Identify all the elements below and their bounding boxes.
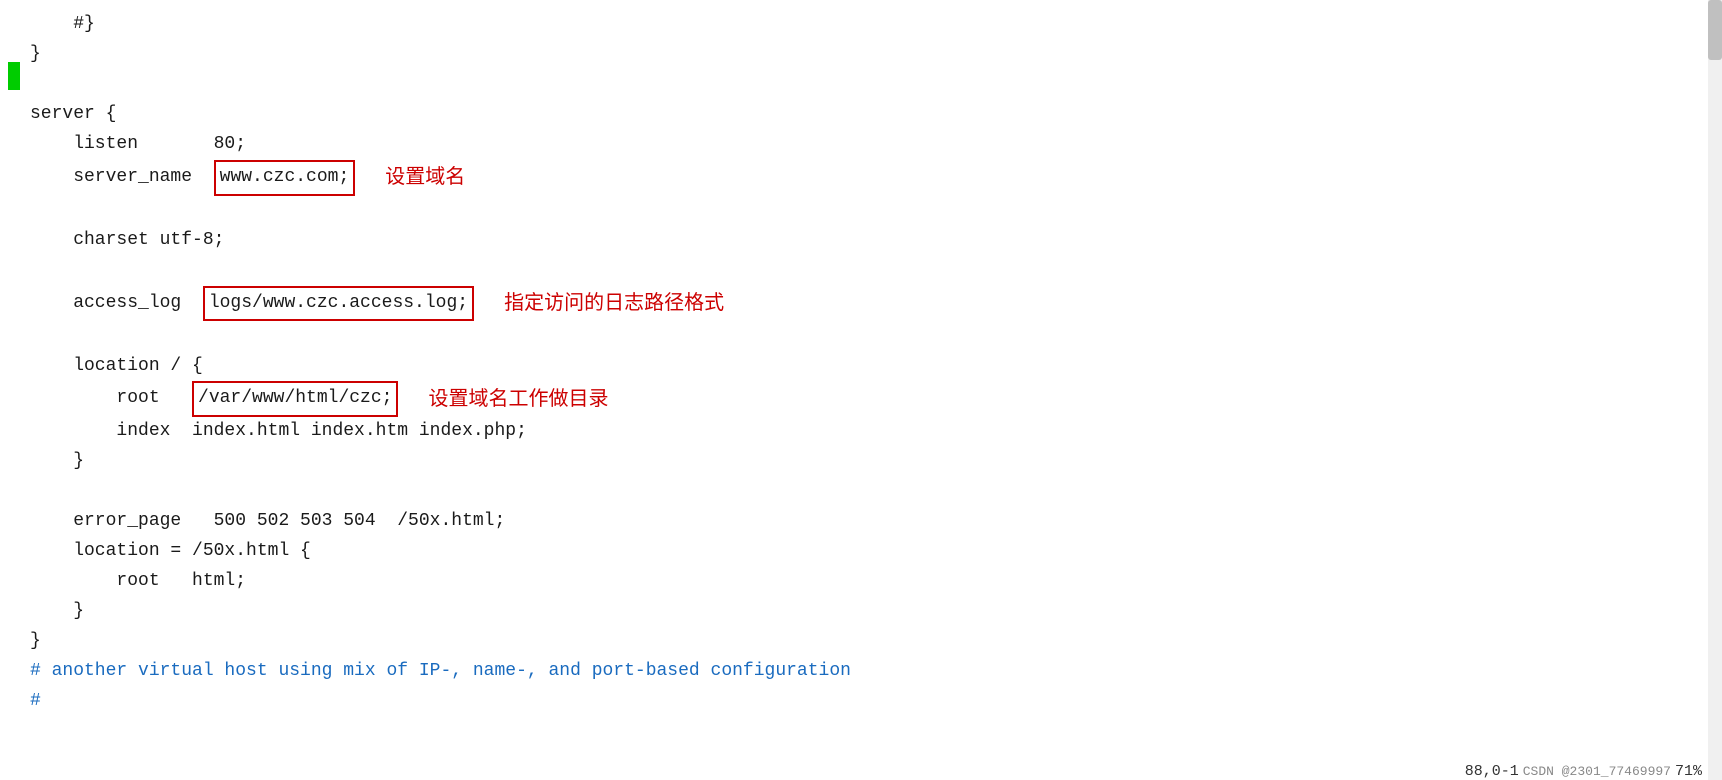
code-line-4: server { [30, 100, 1722, 130]
code-line-8: charset utf-8; [30, 226, 1722, 256]
code-line-23: # [30, 687, 1722, 717]
code-line-2: } [30, 40, 1722, 70]
code-text-15: } [30, 447, 84, 477]
code-line-10: access_log logs/www.czc.access.log; 指定访问… [30, 286, 1722, 322]
code-text-4: server { [30, 100, 116, 130]
code-line-21: } [30, 627, 1722, 657]
cursor-bar [8, 62, 20, 90]
code-line-1: #} [30, 10, 1722, 40]
code-line-14: index index.html index.htm index.php; [30, 417, 1722, 447]
scrollbar[interactable] [1708, 0, 1722, 780]
code-line-13: root /var/www/html/czc; 设置域名工作做目录 [30, 381, 1722, 417]
code-text-18: location = /50x.html { [30, 537, 311, 567]
server-name-highlight: www.czc.com; [214, 160, 356, 196]
code-comment-22: # another virtual host using mix of IP-,… [30, 657, 851, 687]
code-line-7 [30, 196, 1722, 226]
status-bar: 88,0-1 CSDN @2301_77469997 71% [1465, 763, 1702, 780]
code-text-6-key: server_name [30, 163, 214, 193]
code-comment-23: # [30, 687, 41, 717]
status-position: 88,0-1 [1465, 763, 1519, 780]
code-text-21: } [30, 627, 41, 657]
code-text-12: location / { [30, 352, 203, 382]
code-text-13-key: root [30, 384, 192, 414]
code-text-1: #} [30, 10, 95, 40]
access-log-highlight: logs/www.czc.access.log; [203, 286, 474, 322]
scrollbar-thumb[interactable] [1708, 0, 1722, 60]
code-text-19: root html; [30, 567, 246, 597]
code-line-18: location = /50x.html { [30, 537, 1722, 567]
code-line-22: # another virtual host using mix of IP-,… [30, 657, 1722, 687]
code-line-11 [30, 321, 1722, 351]
code-line-17: error_page 500 502 503 504 /50x.html; [30, 507, 1722, 537]
code-line-15: } [30, 447, 1722, 477]
code-line-9 [30, 256, 1722, 286]
code-text-10-key: access_log [30, 289, 203, 319]
code-line-20: } [30, 597, 1722, 627]
code-text-5: listen 80; [30, 130, 246, 160]
root-highlight: /var/www/html/czc; [192, 381, 398, 417]
annotation-domain: 设置域名 [385, 161, 465, 194]
annotation-root: 设置域名工作做目录 [428, 383, 608, 416]
status-csdn: CSDN @2301_77469997 [1523, 764, 1671, 779]
status-percent: 71% [1675, 763, 1702, 780]
editor-container: #} } server { listen 80; server_name www… [0, 0, 1722, 780]
code-line-16 [30, 477, 1722, 507]
code-line-5: listen 80; [30, 130, 1722, 160]
code-line-6: server_name www.czc.com; 设置域名 [30, 160, 1722, 196]
code-text-17: error_page 500 502 503 504 /50x.html; [30, 507, 505, 537]
annotation-log: 指定访问的日志路径格式 [504, 287, 724, 320]
code-line-19: root html; [30, 567, 1722, 597]
code-text-8: charset utf-8; [30, 226, 224, 256]
code-area: #} } server { listen 80; server_name www… [0, 10, 1722, 717]
code-text-2: } [30, 40, 41, 70]
code-line-3 [30, 70, 1722, 100]
code-line-12: location / { [30, 351, 1722, 381]
code-text-20: } [30, 597, 84, 627]
code-text-14: index index.html index.htm index.php; [30, 417, 527, 447]
